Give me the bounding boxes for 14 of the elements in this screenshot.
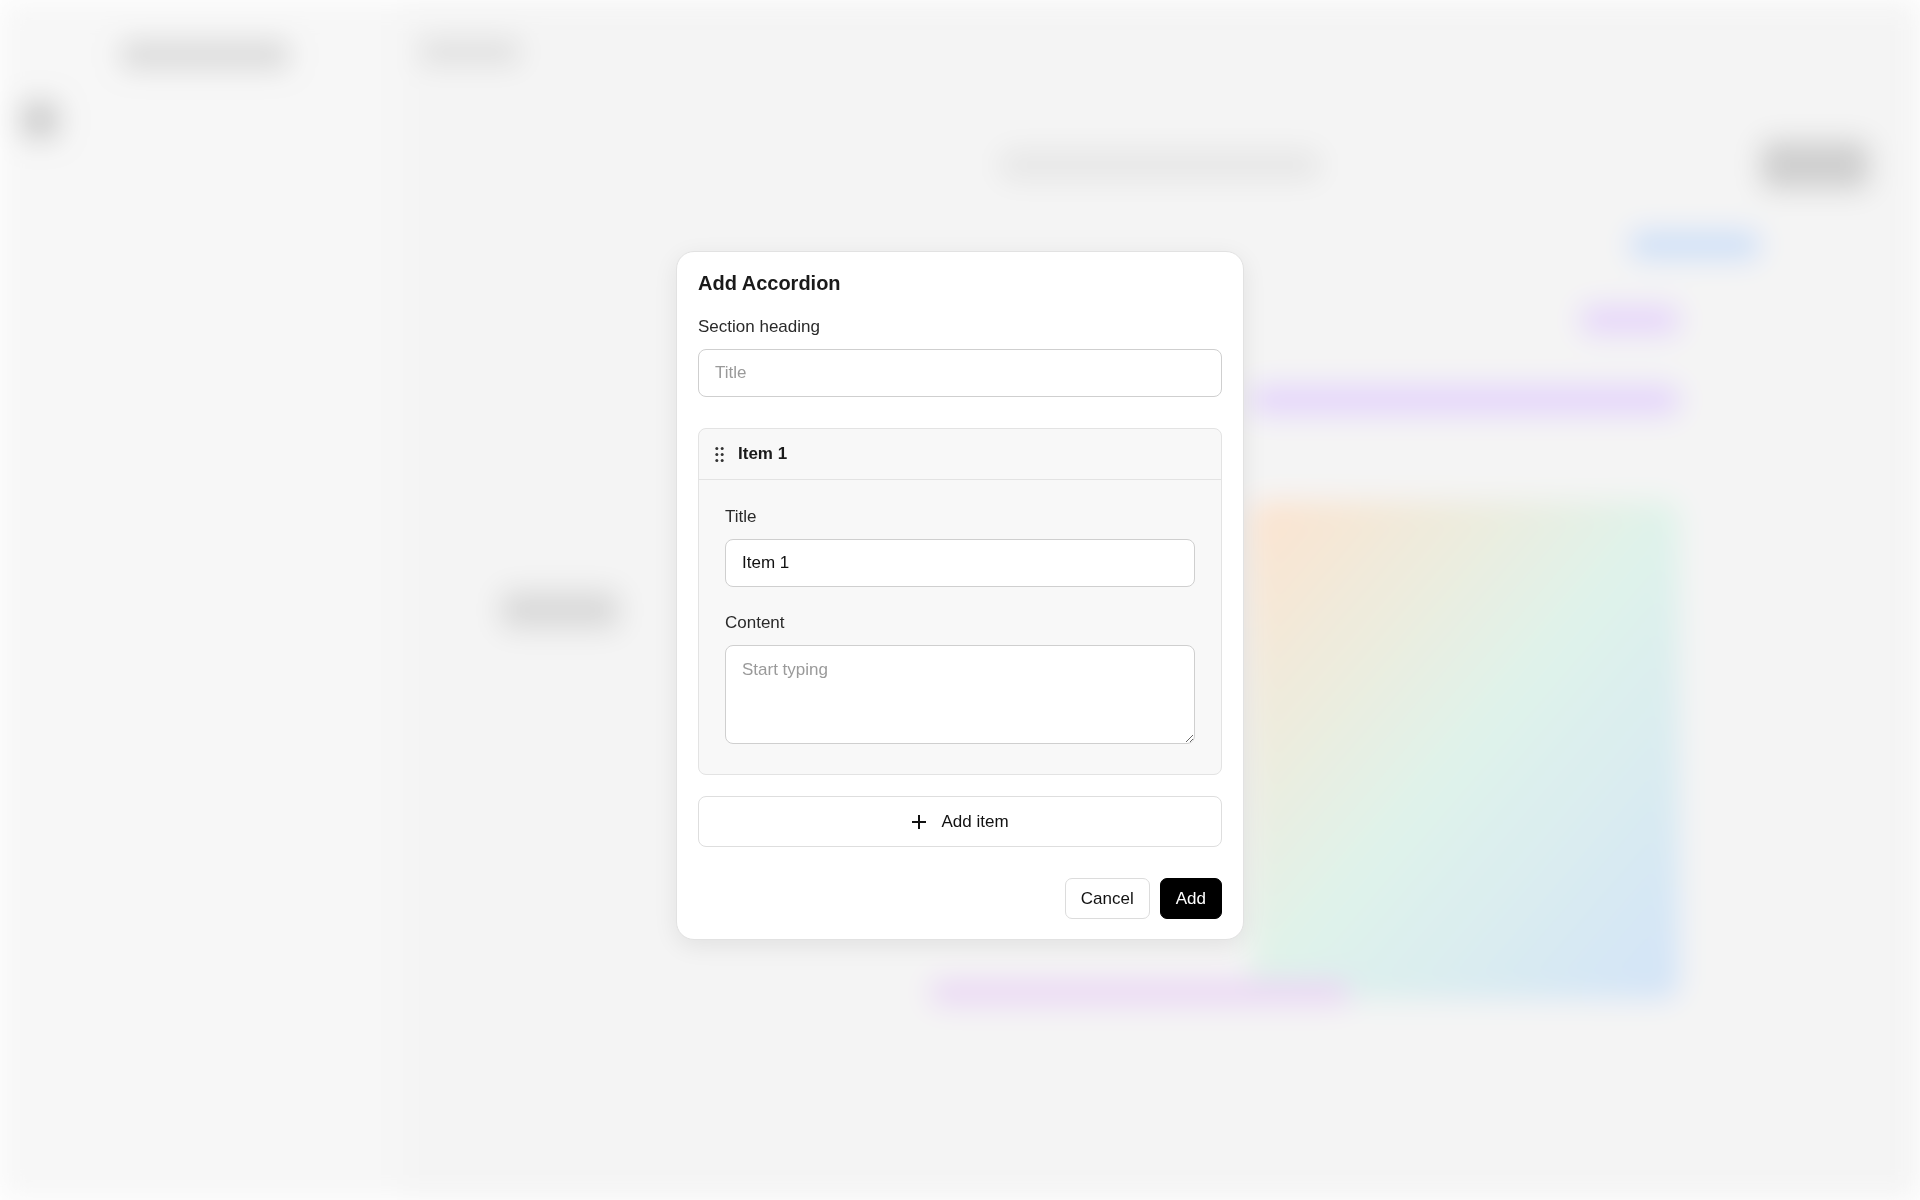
input-field[interactable]: Item 1 [725,539,1195,587]
text-area[interactable]: Start typing [725,645,1195,744]
accordion-header[interactable]: Item 1 [699,429,1221,480]
cancel-button[interactable]: Cancel [1064,878,1150,919]
drag-handle-icon[interactable] [715,446,724,462]
item-name: Item 1 [738,444,788,464]
field-label: Content [725,613,786,633]
add-button[interactable]: Add [1159,878,1222,919]
field-label: Section heading [698,317,821,337]
input-field[interactable]: Title [698,349,1222,397]
dialog-title: Add Accordion [698,272,842,295]
field-label: Title [725,507,758,527]
plus-icon [911,813,928,830]
add-item-button[interactable]: Add item [698,796,1222,847]
